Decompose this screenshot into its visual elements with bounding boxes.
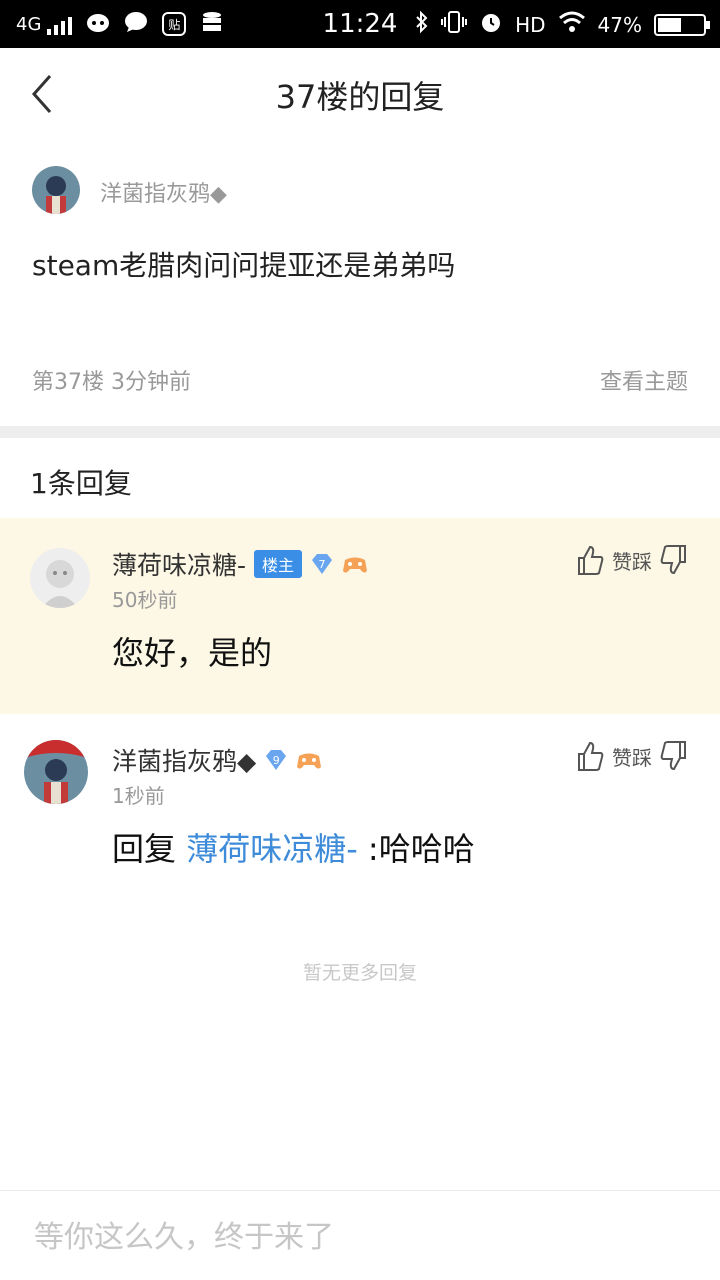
alarm-icon — [479, 10, 503, 39]
like-dislike-label: 赞踩 — [612, 745, 652, 770]
gamepad-icon — [342, 553, 368, 575]
view-topic-link[interactable]: 查看主题 — [600, 364, 688, 396]
hd-label: HD — [515, 12, 546, 37]
reply-text: 回复 薄荷味凉糖- :哈哈哈 — [112, 824, 475, 870]
header: 37楼的回复 — [0, 48, 720, 138]
reply-text: 您好，是的 — [112, 634, 273, 672]
op-badge: 楼主 — [254, 550, 303, 578]
mention-link[interactable]: 薄荷味凉糖- — [186, 830, 358, 868]
level-gem-icon: 7 — [310, 553, 334, 575]
reply-prefix: 回复 — [112, 830, 187, 868]
battery-level — [658, 17, 681, 32]
battery-percent: 47% — [597, 12, 642, 37]
reply-item: 洋菌指灰鸦◆ 9 1秒前 回复 薄荷味凉糖- :哈哈哈 赞踩 — [0, 714, 720, 910]
reply-author: 薄荷味凉糖- 楼主 7 — [112, 546, 368, 582]
reply-actions: 赞踩 — [576, 544, 688, 576]
reply-author-name[interactable]: 薄荷味凉糖- — [112, 546, 246, 582]
status-bar: 4G 贴 11:24 HD 47% — [0, 0, 720, 48]
bluetooth-icon — [415, 10, 429, 39]
vibrate-icon — [441, 10, 468, 39]
main-post: 洋菌指灰鸦◆ steam老腊肉问问提亚还是弟弟吗 第37楼 3分钟前 查看主题 — [0, 138, 720, 426]
no-more-replies: 暂无更多回复 — [302, 962, 417, 984]
section-divider — [0, 426, 720, 438]
page-title: 37楼的回复 — [275, 78, 445, 116]
status-right: HD 47% — [415, 10, 710, 39]
thumbs-up-icon[interactable] — [576, 740, 604, 772]
reply-time: 1秒前 — [112, 784, 165, 808]
thumbs-down-icon[interactable] — [660, 544, 688, 576]
avatar[interactable] — [30, 548, 90, 608]
avatar[interactable] — [24, 740, 88, 804]
reply-time: 50秒前 — [112, 588, 178, 612]
reply-author-name[interactable]: 洋菌指灰鸦◆ — [112, 742, 256, 778]
reply-input-bar — [0, 1190, 720, 1280]
avatar[interactable] — [32, 166, 80, 214]
like-dislike-label: 赞踩 — [612, 549, 652, 574]
post-floor-info: 第37楼 3分钟前 — [32, 370, 191, 395]
battery-icon — [654, 13, 710, 36]
reply-count: 1条回复 — [30, 467, 132, 500]
reply-actions: 赞踩 — [576, 740, 688, 772]
thumbs-up-icon[interactable] — [576, 544, 604, 576]
level-number: 9 — [272, 753, 280, 767]
post-content: steam老腊肉问问提亚还是弟弟吗 — [32, 249, 456, 282]
reply-item: 薄荷味凉糖- 楼主 7 50秒前 您好，是的 赞踩 — [0, 518, 720, 714]
post-author[interactable]: 洋菌指灰鸦◆ — [100, 176, 227, 208]
reply-author: 洋菌指灰鸦◆ 9 — [112, 742, 322, 778]
reply-suffix: :哈哈哈 — [357, 830, 475, 868]
level-gem-icon: 9 — [264, 749, 288, 771]
reply-input[interactable] — [34, 1213, 674, 1261]
level-number: 7 — [318, 557, 326, 571]
gamepad-icon — [296, 749, 322, 771]
thumbs-down-icon[interactable] — [660, 740, 688, 772]
wifi-icon — [558, 11, 586, 38]
